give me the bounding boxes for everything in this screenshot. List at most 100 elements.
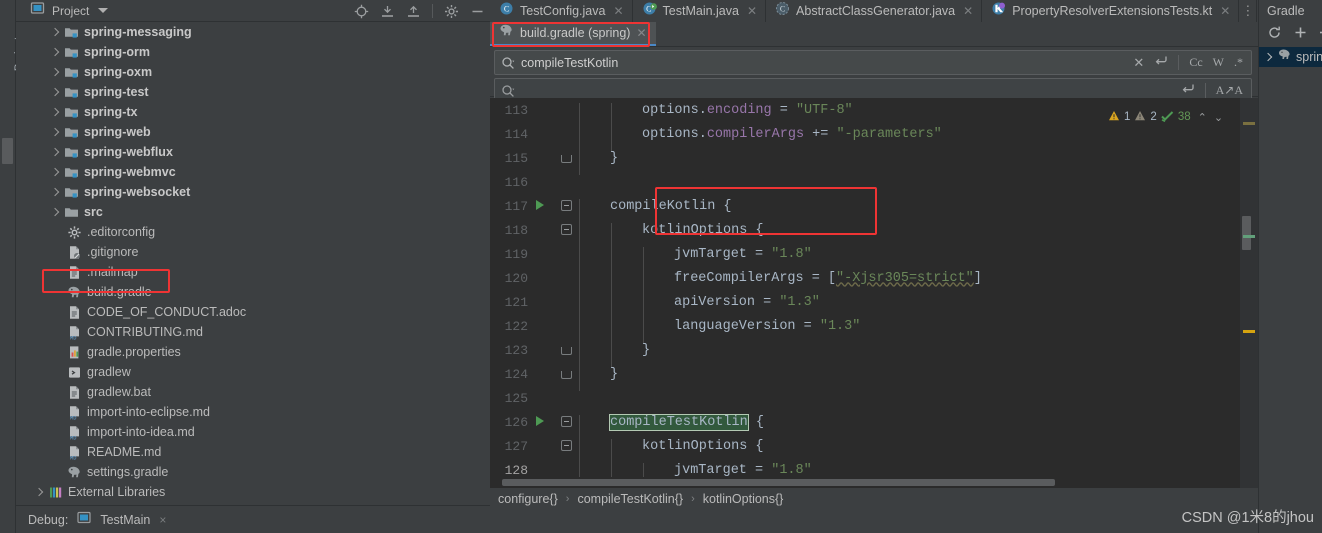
fold-collapse-icon[interactable]: [561, 200, 572, 211]
close-icon[interactable]: ✕: [613, 4, 623, 18]
chevron-right-icon[interactable]: [50, 147, 61, 158]
code-line[interactable]: 127 kotlinOptions {: [490, 434, 1256, 463]
fold-collapse-icon[interactable]: [561, 416, 572, 427]
gutter[interactable]: [536, 314, 556, 338]
gutter[interactable]: [536, 170, 556, 194]
fold-end-icon[interactable]: [561, 347, 572, 355]
fold-gutter[interactable]: [556, 290, 578, 314]
tree-node[interactable]: .editorconfig: [16, 222, 490, 242]
gutter[interactable]: [536, 338, 556, 362]
chevron-right-icon[interactable]: [1264, 53, 1273, 62]
fold-gutter[interactable]: [556, 194, 578, 218]
expand-all-icon[interactable]: [380, 4, 395, 19]
breadcrumb-item[interactable]: configure{}: [498, 492, 558, 506]
tree-node[interactable]: gradle.properties: [16, 342, 490, 362]
find-field-row[interactable]: compileTestKotlin ✕ Cc W .*: [494, 50, 1252, 75]
tree-node[interactable]: MD CONTRIBUTING.md: [16, 322, 490, 342]
fold-gutter[interactable]: [556, 362, 578, 386]
fold-gutter[interactable]: [556, 386, 578, 410]
editor-tab[interactable]: C AbstractClassGenerator.java ✕: [766, 0, 983, 22]
code-line[interactable]: 124}: [490, 362, 1256, 391]
tree-node[interactable]: MD import-into-eclipse.md: [16, 402, 490, 422]
tree-node[interactable]: src: [16, 202, 490, 222]
regex-toggle[interactable]: .*: [1234, 55, 1243, 70]
fold-gutter[interactable]: [556, 410, 578, 434]
code-line[interactable]: 115}: [490, 146, 1256, 175]
gutter[interactable]: [536, 122, 556, 146]
inspection-status-widget[interactable]: 1 2 38 ⌃ ⌄: [1108, 107, 1223, 127]
editor-marker-bar[interactable]: [1240, 98, 1258, 488]
refresh-icon[interactable]: [1267, 25, 1282, 45]
code-line[interactable]: 116: [490, 170, 1256, 194]
gutter[interactable]: [536, 194, 556, 218]
project-tree[interactable]: spring-messaging spring-orm spring-oxm spri…: [16, 22, 490, 505]
editor-tab[interactable]: C TestMain.java ✕: [633, 0, 767, 22]
close-icon[interactable]: ×: [159, 513, 166, 527]
fold-gutter[interactable]: [556, 434, 578, 458]
fold-gutter[interactable]: [556, 314, 578, 338]
tree-node[interactable]: spring-web: [16, 122, 490, 142]
search-input[interactable]: compileTestKotlin: [521, 56, 1133, 70]
code-line[interactable]: 126 compileTestKotlin {: [490, 410, 1256, 439]
fold-gutter[interactable]: [556, 98, 578, 122]
code-line[interactable]: 117 compileKotlin {: [490, 194, 1256, 223]
preserve-case-toggle[interactable]: A↗A: [1216, 83, 1243, 98]
gutter[interactable]: [536, 410, 556, 434]
match-case-toggle[interactable]: Cc: [1189, 55, 1202, 70]
chevron-right-icon[interactable]: [50, 47, 61, 58]
chevron-right-icon[interactable]: [50, 127, 61, 138]
gutter[interactable]: [536, 146, 556, 170]
gutter[interactable]: [536, 218, 556, 242]
gutter[interactable]: [536, 98, 556, 122]
close-icon[interactable]: ✕: [963, 4, 973, 18]
warning-marker-2[interactable]: [1243, 330, 1255, 333]
gradle-root-node[interactable]: spring: [1259, 47, 1322, 67]
tree-node[interactable]: spring-orm: [16, 42, 490, 62]
code-line[interactable]: 120 freeCompilerArgs = ["-Xjsr305=strict"…: [490, 266, 1256, 295]
editor-tab-active[interactable]: build.gradle (spring) ✕: [490, 22, 656, 46]
tab-overflow-icon[interactable]: ⋮: [1239, 0, 1258, 22]
editor-tab[interactable]: PropertyResolverExtensionsTests.kt ✕: [982, 0, 1240, 22]
tree-node[interactable]: gradlew.bat: [16, 382, 490, 402]
chevron-up-icon[interactable]: ⌃: [1198, 111, 1207, 124]
gutter[interactable]: [536, 386, 556, 410]
fold-end-icon[interactable]: [561, 155, 572, 163]
chevron-right-icon[interactable]: [50, 87, 61, 98]
chevron-right-icon[interactable]: [50, 187, 61, 198]
tree-node[interactable]: spring-oxm: [16, 62, 490, 82]
code-editor[interactable]: 113 options.encoding = "UTF-8" 114 options.…: [490, 98, 1256, 488]
tree-node[interactable]: build.gradle: [16, 282, 490, 302]
vertical-scrollbar-thumb[interactable]: [1242, 216, 1251, 250]
tree-node[interactable]: spring-test: [16, 82, 490, 102]
locate-icon[interactable]: [354, 4, 369, 19]
fold-gutter[interactable]: [556, 338, 578, 362]
editor-tab[interactable]: C TestConfig.java ✕: [490, 0, 633, 22]
close-icon[interactable]: ✕: [1220, 4, 1230, 18]
debug-config-name[interactable]: TestMain: [100, 513, 150, 527]
chevron-right-icon[interactable]: [50, 207, 61, 218]
tree-node[interactable]: External Libraries: [16, 482, 490, 502]
fold-gutter[interactable]: [556, 242, 578, 266]
replace-search-icon[interactable]: [501, 84, 515, 98]
gutter[interactable]: [536, 362, 556, 386]
fold-collapse-icon[interactable]: [561, 224, 572, 235]
editor-horizontal-scrollbar[interactable]: [490, 477, 1256, 487]
search-icon[interactable]: [501, 56, 515, 70]
scrollbar-thumb[interactable]: [502, 479, 1055, 486]
run-gutter-icon[interactable]: [536, 200, 544, 210]
fold-gutter[interactable]: [556, 218, 578, 242]
gutter[interactable]: [536, 290, 556, 314]
collapse-all-icon[interactable]: [406, 4, 421, 19]
chevron-right-icon[interactable]: [34, 487, 45, 498]
minimize-icon[interactable]: [470, 4, 485, 19]
close-icon[interactable]: ✕: [636, 26, 646, 40]
add-icon[interactable]: [1293, 25, 1308, 45]
code-line[interactable]: 118 kotlinOptions {: [490, 218, 1256, 247]
code-line[interactable]: 121 apiVersion = "1.3": [490, 290, 1256, 319]
fold-gutter[interactable]: [556, 266, 578, 290]
tree-node[interactable]: .mailmap: [16, 262, 490, 282]
gutter[interactable]: [536, 434, 556, 458]
tree-node[interactable]: CODE_OF_CONDUCT.adoc: [16, 302, 490, 322]
fold-collapse-icon[interactable]: [561, 440, 572, 451]
code-line[interactable]: 122 languageVersion = "1.3": [490, 314, 1256, 343]
